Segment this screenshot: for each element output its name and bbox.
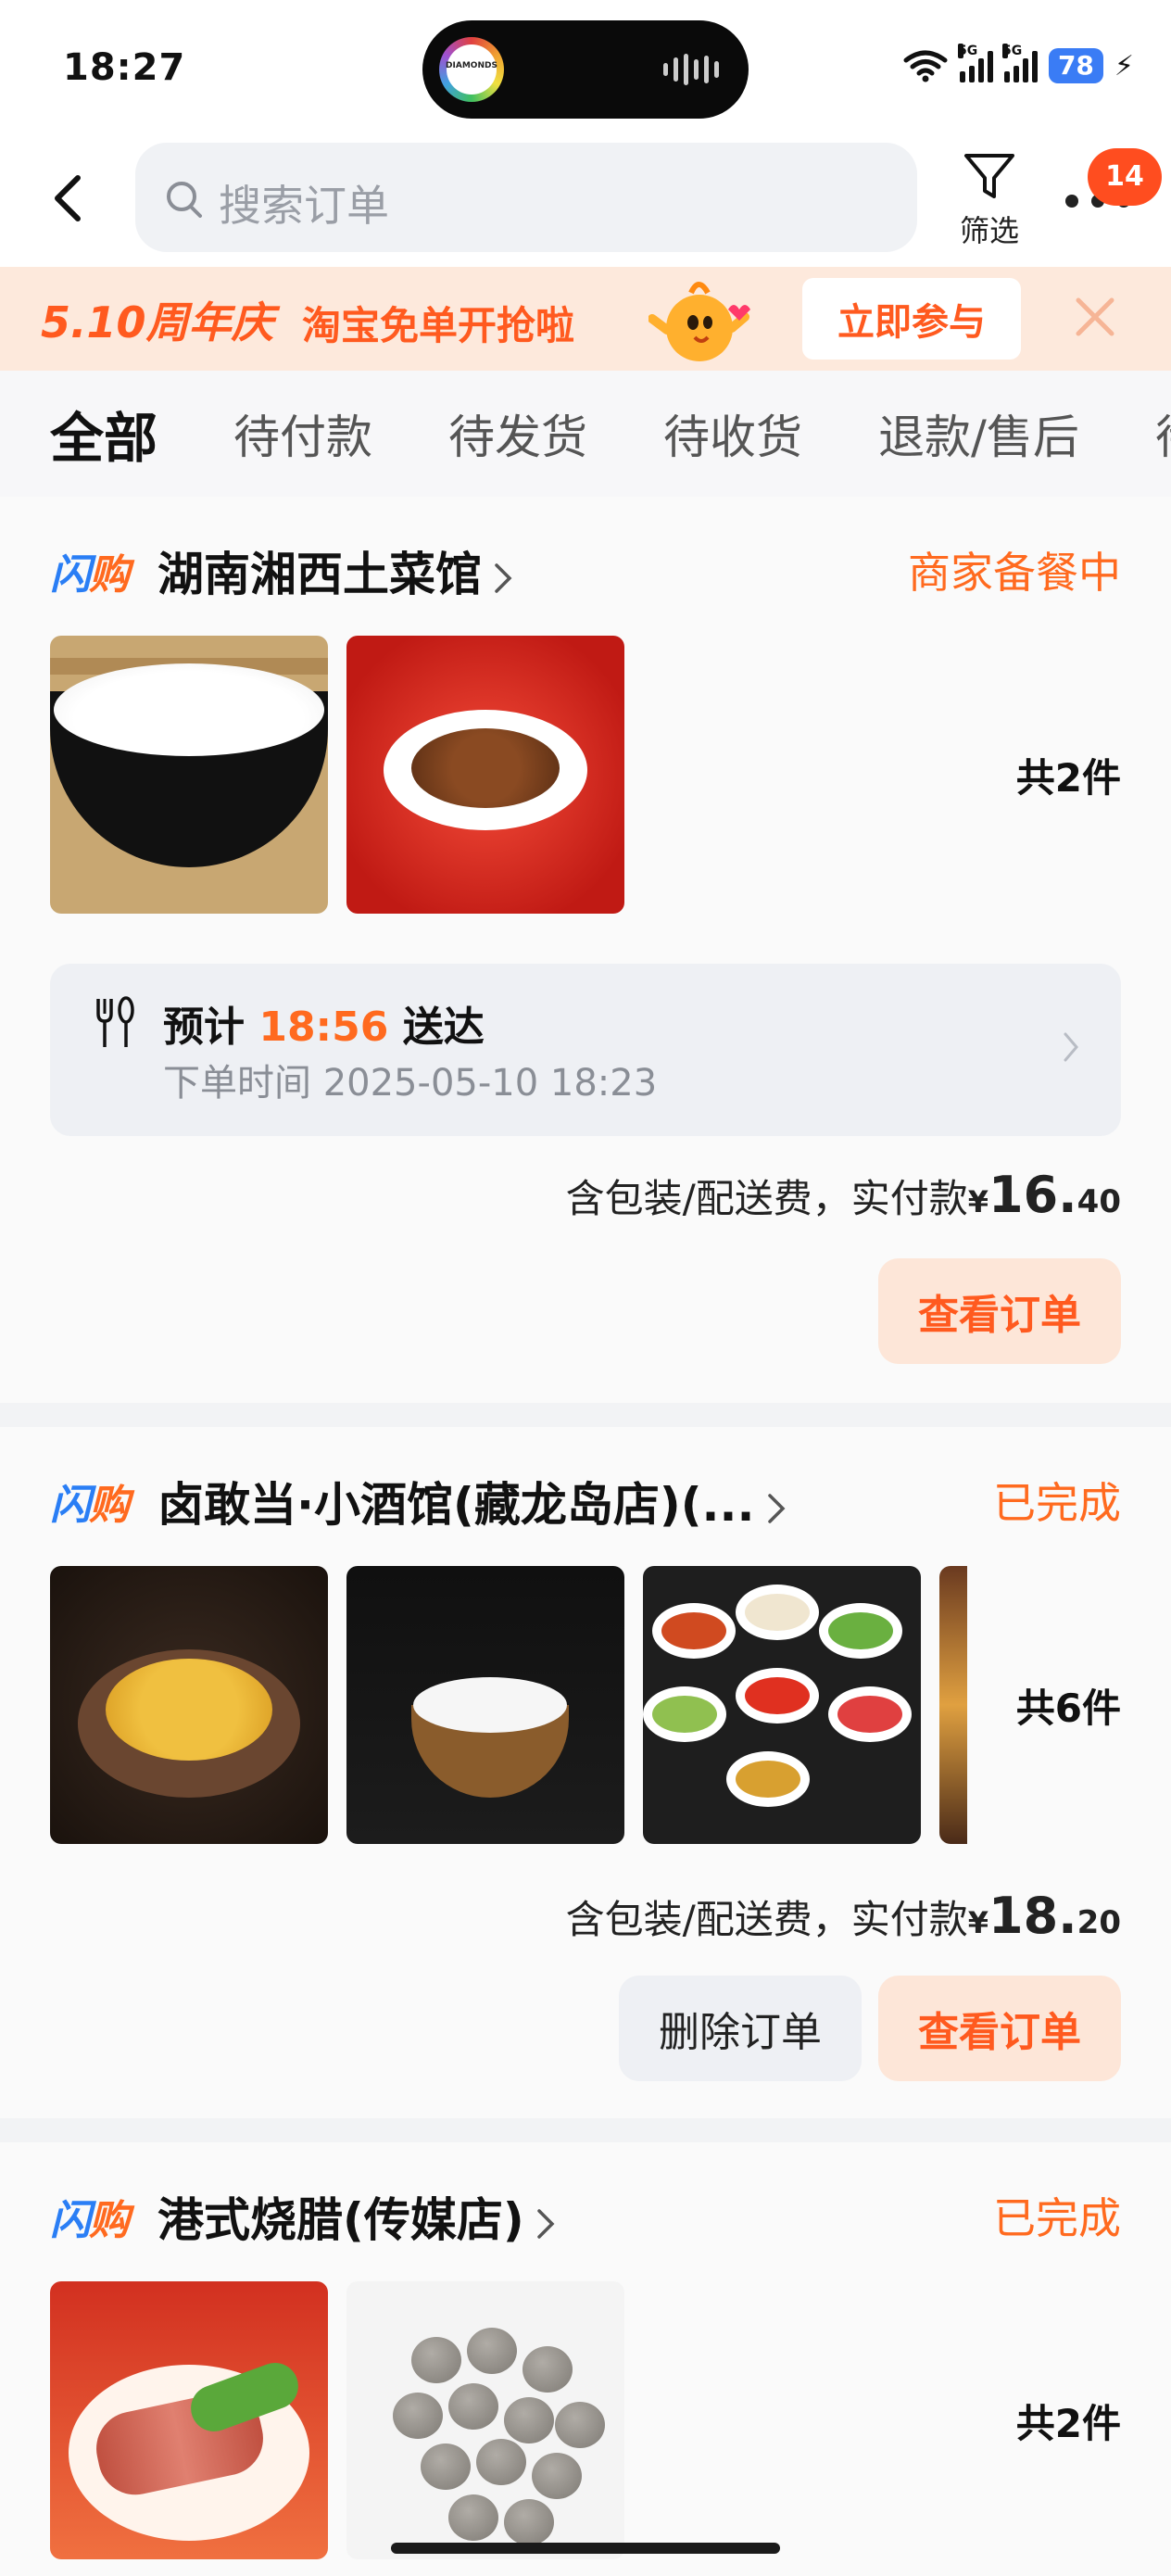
tab-all[interactable]: 全部 bbox=[50, 395, 157, 473]
status-time: 18:27 bbox=[63, 46, 186, 89]
tab-pending-payment[interactable]: 待付款 bbox=[233, 400, 372, 467]
message-count-badge: 14 bbox=[1088, 148, 1162, 206]
product-image-rice[interactable] bbox=[346, 1566, 624, 1844]
order-tabs: 全部 待付款 待发货 待收货 退款/售后 待 bbox=[0, 371, 1171, 497]
order-card[interactable]: 闪购 港式烧腊(传媒店) 已完成 共2件 bbox=[0, 2142, 1171, 2576]
tab-pending-shipment[interactable]: 待发货 bbox=[448, 400, 587, 467]
flash-buy-logo: 闪购 bbox=[50, 551, 130, 599]
delivery-eta-box[interactable]: 预计 18:56 送达 下单时间 2025-05-10 18:23 bbox=[50, 964, 1121, 1136]
item-thumbnails[interactable] bbox=[50, 2281, 624, 2559]
search-bar[interactable]: 搜索订单 bbox=[135, 143, 917, 252]
tab-pending-receipt[interactable]: 待收货 bbox=[663, 400, 802, 467]
order-card[interactable]: 闪购 湖南湘西土菜馆 商家备餐中 共2件 预计 18:56 送达 下单时间 20… bbox=[0, 497, 1171, 1403]
order-status: 已完成 bbox=[993, 1478, 1121, 1528]
filter-button[interactable]: 筛选 bbox=[951, 141, 1028, 261]
eta-time: 18:56 bbox=[258, 1004, 389, 1051]
product-image-egg-dish[interactable] bbox=[50, 1566, 328, 1844]
item-thumbnails[interactable] bbox=[50, 1566, 967, 1844]
chevron-right-icon bbox=[495, 562, 512, 593]
signal-icon: 5G bbox=[957, 44, 993, 82]
promo-banner[interactable]: 5.10周年庆 淘宝免单开抢啦 立即参与 bbox=[0, 267, 1171, 371]
shop-row[interactable]: 闪购 港式烧腊(传媒店) 已完成 bbox=[50, 2174, 1121, 2248]
shop-name[interactable]: 湖南湘西土菜馆 bbox=[157, 537, 513, 604]
mascot-icon bbox=[648, 282, 750, 361]
utensils-icon bbox=[96, 996, 134, 1047]
product-image-rice[interactable] bbox=[50, 636, 328, 914]
chevron-right-icon bbox=[536, 2208, 555, 2239]
promo-subtitle: 淘宝免单开抢啦 bbox=[302, 303, 575, 348]
battery-icon: 78 bbox=[1048, 48, 1103, 83]
close-icon[interactable] bbox=[1071, 291, 1119, 345]
shop-name[interactable]: 卤敢当·小酒馆(藏龙岛店)(... bbox=[157, 1468, 787, 1534]
signal-icon: 5G bbox=[1001, 44, 1038, 82]
more-button[interactable]: 14 bbox=[1065, 148, 1162, 232]
product-image-meatballs[interactable] bbox=[346, 2281, 624, 2559]
item-count: 共2件 bbox=[1015, 755, 1121, 801]
filter-icon bbox=[964, 154, 1014, 198]
shop-row[interactable]: 闪购 湖南湘西土菜馆 商家备餐中 bbox=[50, 528, 1121, 602]
home-indicator[interactable] bbox=[391, 2543, 780, 2554]
order-time: 下单时间 2025-05-10 18:23 bbox=[163, 1062, 658, 1105]
order-card[interactable]: 闪购 卤敢当·小酒馆(藏龙岛店)(... 已完成 共6件 含包装/配送费，实付款… bbox=[0, 1427, 1171, 2118]
wifi-icon bbox=[903, 50, 948, 82]
filter-label: 筛选 bbox=[959, 213, 1019, 248]
promo-title: 5.10周年庆 bbox=[41, 297, 274, 347]
chevron-left-icon bbox=[55, 175, 81, 221]
product-image-roast-sausage[interactable] bbox=[50, 2281, 328, 2559]
top-nav: 搜索订单 筛选 14 bbox=[0, 139, 1171, 267]
search-icon bbox=[167, 182, 202, 218]
product-image-stirfry[interactable] bbox=[346, 636, 624, 914]
eta-text: 预计 18:56 送达 bbox=[163, 1004, 485, 1051]
item-count: 共2件 bbox=[1015, 2401, 1121, 2446]
order-status: 商家备餐中 bbox=[908, 548, 1121, 598]
product-image-partial[interactable] bbox=[939, 1566, 967, 1844]
flash-buy-logo: 闪购 bbox=[50, 2197, 130, 2244]
shop-name[interactable]: 港式烧腊(传媒店) bbox=[157, 2183, 556, 2250]
status-icons: 5G 5G 78 ⚡ bbox=[902, 44, 1134, 83]
item-count: 共6件 bbox=[1015, 1686, 1121, 1731]
product-image-sauces[interactable] bbox=[643, 1566, 921, 1844]
price-line: 含包装/配送费，实付款¥18.20 bbox=[565, 1887, 1121, 1945]
back-button[interactable] bbox=[41, 163, 96, 232]
tab-refund-after-sales[interactable]: 退款/售后 bbox=[878, 400, 1079, 467]
search-placeholder: 搜索订单 bbox=[219, 181, 389, 231]
signal-5g-label: 5G bbox=[1001, 44, 1023, 58]
audio-wave-icon bbox=[663, 54, 719, 85]
shop-row[interactable]: 闪购 卤敢当·小酒馆(藏龙岛店)(... 已完成 bbox=[50, 1458, 1121, 1533]
tab-more[interactable]: 待 bbox=[1155, 400, 1171, 467]
delete-order-button[interactable]: 删除订单 bbox=[619, 1976, 862, 2081]
view-order-button[interactable]: 查看订单 bbox=[878, 1258, 1121, 1364]
price-line: 含包装/配送费，实付款¥16.40 bbox=[565, 1166, 1121, 1224]
charging-icon: ⚡ bbox=[1114, 49, 1134, 82]
view-order-button[interactable]: 查看订单 bbox=[878, 1976, 1121, 2081]
status-bar: 18:27 DIAMONDS 5G 5G 78 ⚡ bbox=[0, 0, 1171, 139]
dynamic-island: DIAMONDS bbox=[422, 20, 749, 119]
chevron-right-icon bbox=[1064, 1032, 1078, 1062]
flash-buy-logo: 闪购 bbox=[50, 1482, 130, 1529]
signal-5g-label: 5G bbox=[957, 44, 978, 58]
order-status: 已完成 bbox=[993, 2193, 1121, 2243]
chevron-right-icon bbox=[767, 1493, 786, 1523]
join-now-button[interactable]: 立即参与 bbox=[802, 278, 1021, 360]
item-thumbnails[interactable] bbox=[50, 636, 624, 914]
island-logo-text: DIAMONDS bbox=[446, 61, 497, 70]
